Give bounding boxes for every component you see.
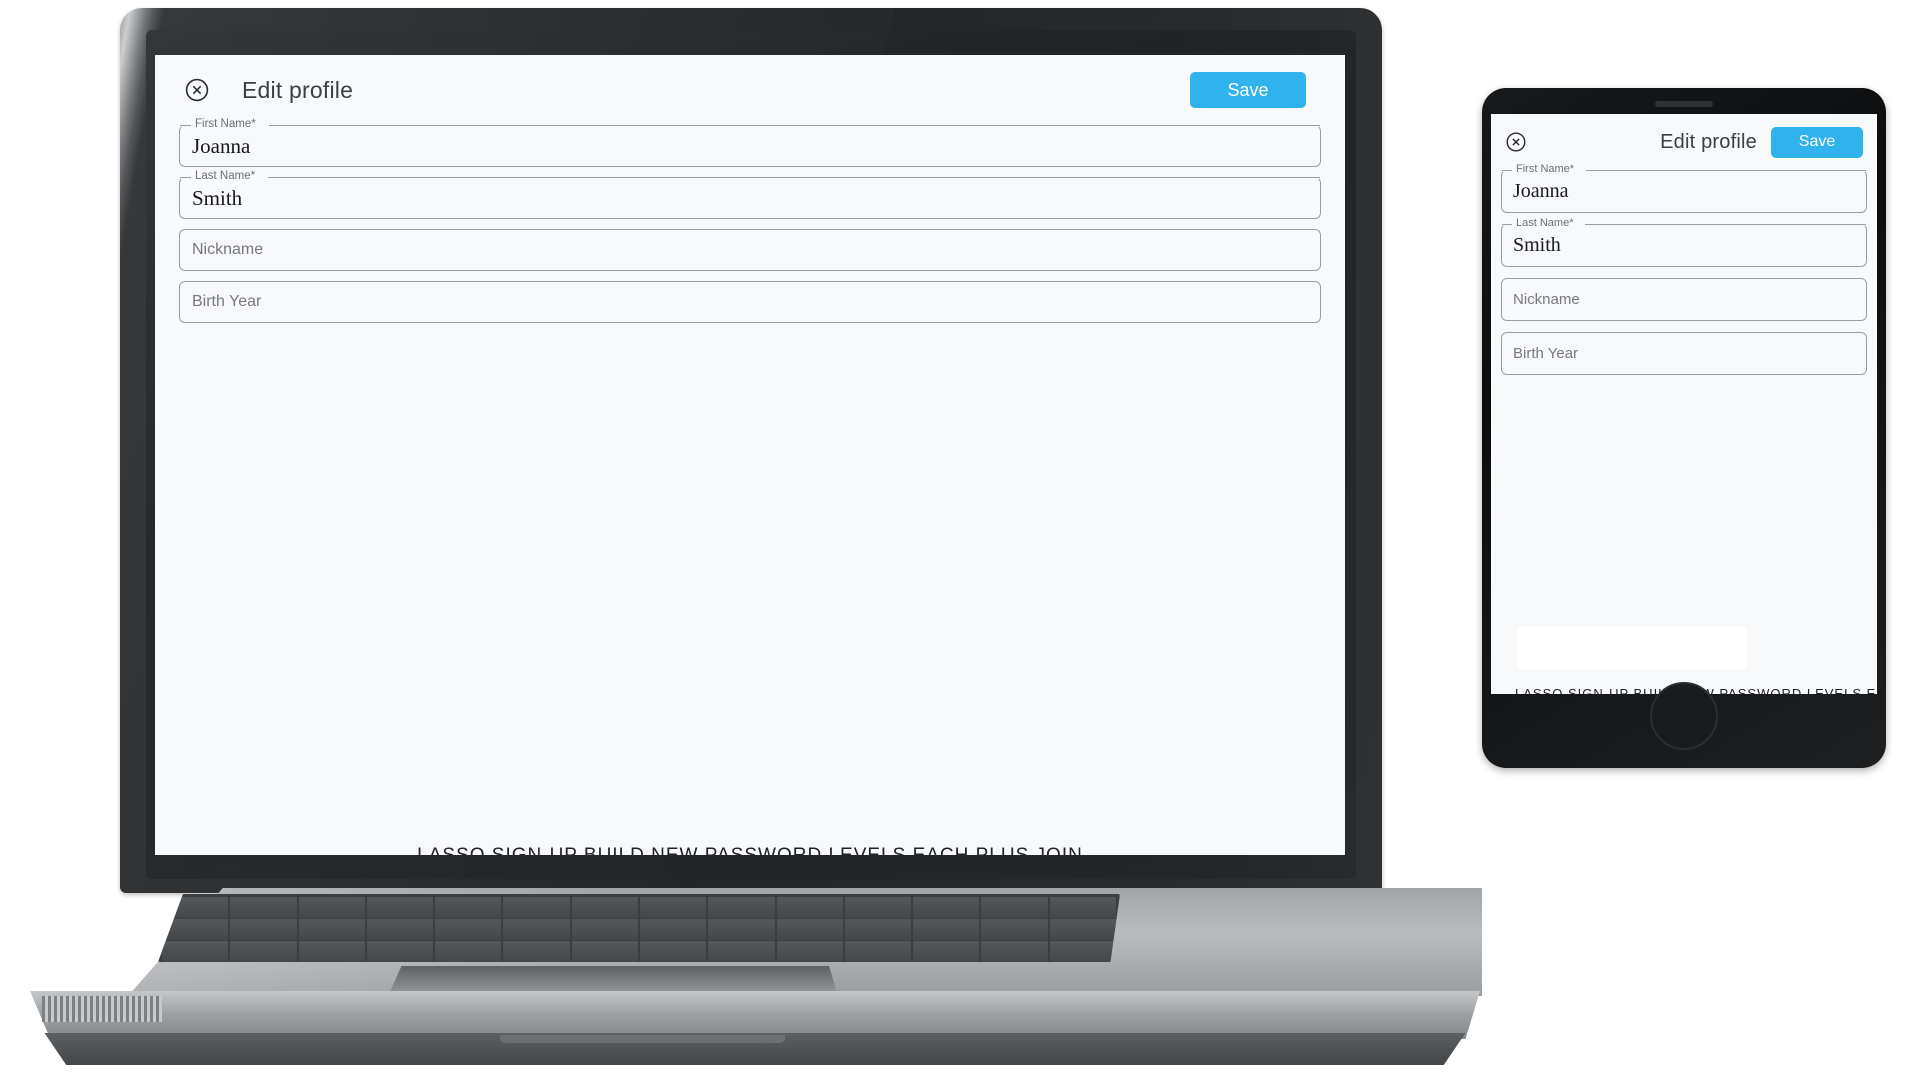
field-birth-year[interactable]: Birth Year <box>1501 332 1867 375</box>
notch-line-left <box>180 125 191 126</box>
field-nickname[interactable]: Nickname <box>1501 278 1867 321</box>
laptop-screen: Edit profile Save First Name* Joanna Las… <box>155 55 1345 855</box>
laptop-speaker-grille <box>42 996 162 1022</box>
phone-home-button[interactable] <box>1650 682 1718 750</box>
clipped-footer-text: LASSO SIGN-UP BUILD NEW PASSWORD LEVELS … <box>155 845 1345 855</box>
page-title: Edit profile <box>1660 130 1757 153</box>
mockup-stage: Edit profile Save First Name* Joanna Las… <box>0 0 1919 1080</box>
field-placeholder-nickname: Nickname <box>1513 291 1580 308</box>
profile-form-mobile: First Name* Joanna Last Name* Smith Nick… <box>1491 164 1877 375</box>
laptop-keyboard <box>158 894 1120 962</box>
field-placeholder-birth-year: Birth Year <box>1513 345 1579 362</box>
save-button[interactable]: Save <box>1190 72 1306 108</box>
field-label-last-name: Last Name* <box>191 170 260 183</box>
app-bar-desktop: Edit profile Save <box>155 55 1345 125</box>
laptop-front-notch <box>500 1035 785 1043</box>
field-birth-year[interactable]: Birth Year <box>179 281 1321 323</box>
field-value-first-name: Joanna <box>1513 180 1569 202</box>
notch-line-left <box>180 177 191 178</box>
field-value-first-name: Joanna <box>192 133 251 158</box>
save-button[interactable]: Save <box>1771 126 1863 158</box>
laptop-base <box>30 888 1482 1073</box>
keyboard-row <box>158 897 1120 918</box>
page-title: Edit profile <box>242 76 354 103</box>
app-edit-profile-desktop: Edit profile Save First Name* Joanna Las… <box>155 55 1345 855</box>
field-first-name[interactable]: First Name* Joanna <box>179 118 1321 167</box>
notch-line-right <box>268 177 1320 178</box>
phone-earpiece-speaker <box>1655 101 1713 107</box>
keyboard-row <box>158 941 1120 962</box>
close-circle-icon[interactable] <box>184 77 210 103</box>
laptop-mockup: Edit profile Save First Name* Joanna Las… <box>0 0 1500 1080</box>
field-last-name[interactable]: Last Name* Smith <box>179 170 1321 219</box>
laptop-base-front <box>30 991 1480 1039</box>
field-placeholder-birth-year: Birth Year <box>192 293 262 310</box>
notch-line-left <box>1502 224 1512 225</box>
field-value-last-name: Smith <box>192 185 243 210</box>
partial-card-placeholder <box>1517 627 1747 669</box>
phone-screen: Edit profile Save First Name* Joanna Las… <box>1491 114 1877 694</box>
field-first-name[interactable]: First Name* Joanna <box>1501 164 1867 213</box>
notch-line-left <box>1502 170 1512 171</box>
field-value-last-name: Smith <box>1513 234 1561 256</box>
field-placeholder-nickname: Nickname <box>192 241 264 258</box>
app-edit-profile-mobile: Edit profile Save First Name* Joanna Las… <box>1491 114 1877 694</box>
notch-line-right <box>1586 170 1866 171</box>
app-bar-mobile: Edit profile Save <box>1491 114 1877 170</box>
field-label-first-name: First Name* <box>191 118 260 131</box>
keyboard-row <box>158 919 1120 940</box>
close-circle-icon[interactable] <box>1505 131 1527 153</box>
profile-form-desktop: First Name* Joanna Last Name* Smith Nick… <box>155 118 1345 323</box>
field-label-first-name: First Name* <box>1512 164 1579 175</box>
field-label-last-name: Last Name* <box>1512 218 1578 229</box>
phone-mockup: Edit profile Save First Name* Joanna Las… <box>1482 88 1886 768</box>
notch-line-right <box>1585 224 1866 225</box>
field-nickname[interactable]: Nickname <box>179 229 1321 271</box>
field-last-name[interactable]: Last Name* Smith <box>1501 218 1867 267</box>
notch-line-right <box>269 125 1320 126</box>
